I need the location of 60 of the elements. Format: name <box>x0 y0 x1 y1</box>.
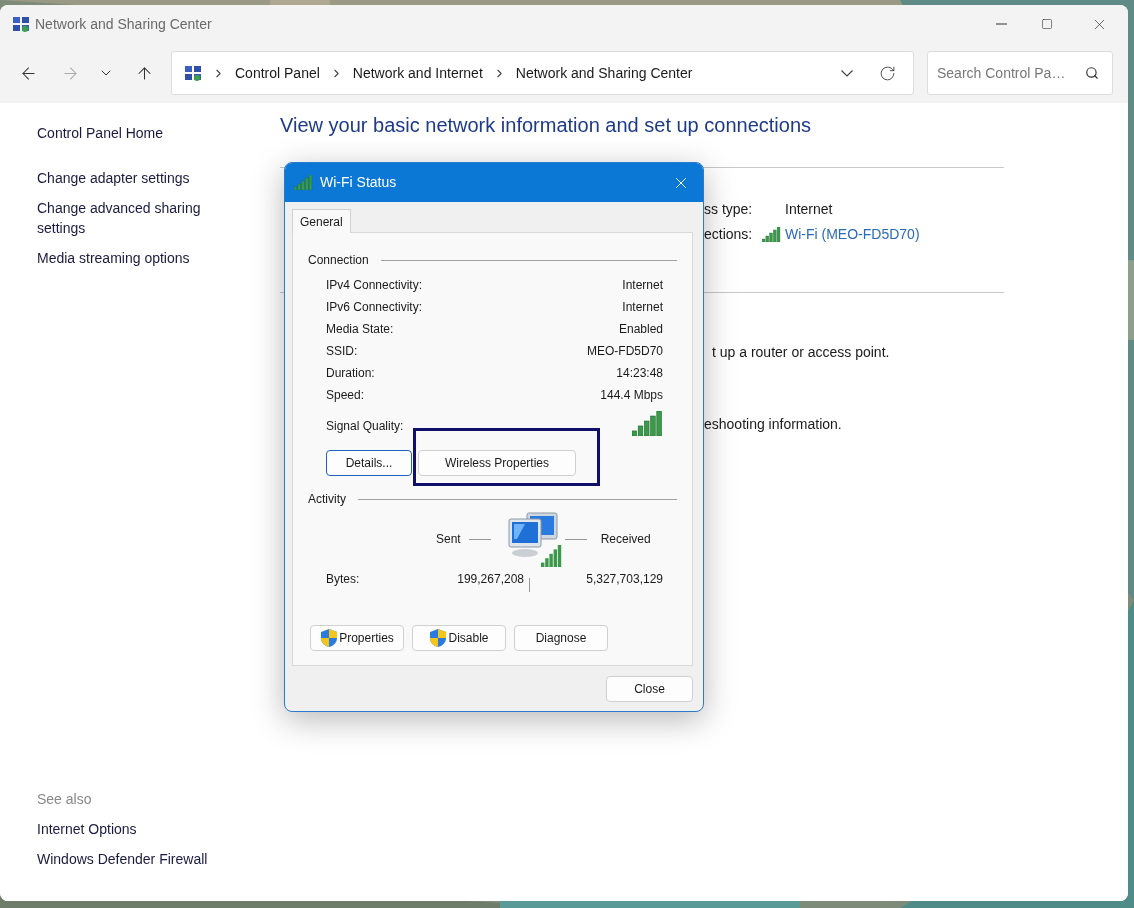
signal-quality-icon <box>632 411 663 436</box>
property-value: Internet <box>622 277 663 294</box>
dialog-close-button[interactable]: Close <box>606 676 693 702</box>
see-also-link[interactable]: Internet Options <box>37 819 280 839</box>
action-button[interactable]: Disable <box>412 625 506 651</box>
page-heading: View your basic network information and set up connections <box>280 113 813 138</box>
property-value: 14:23:48 <box>616 365 663 382</box>
see-also-link[interactable]: Windows Defender Firewall <box>37 849 280 869</box>
property-value: Internet <box>622 299 663 316</box>
address-bar[interactable]: Control Panel Network and Internet Network and Sharing Center <box>171 51 914 95</box>
property-label: IPv6 Connectivity: <box>326 299 423 316</box>
breadcrumb-item[interactable]: Network and Internet <box>352 62 483 84</box>
bytes-received: 5,327,703,129 <box>585 571 663 588</box>
troubleshoot-text: eshooting information. <box>704 415 842 434</box>
wireless-properties-button[interactable]: Wireless Properties <box>418 450 576 476</box>
property-label: Media State: <box>326 321 394 338</box>
sidebar-link[interactable]: Change adapter settings <box>37 168 227 188</box>
search-icon <box>1085 66 1099 80</box>
signal-icon <box>762 226 781 242</box>
property-label: IPv4 Connectivity: <box>326 277 423 294</box>
refresh-icon <box>878 64 896 82</box>
see-also-title: See also <box>37 790 93 809</box>
control-panel-icon <box>184 64 202 82</box>
window-title: Network and Sharing Center <box>35 14 212 34</box>
signal-icon <box>294 175 313 190</box>
sidebar-link[interactable]: Change advanced sharing settings <box>37 198 227 238</box>
bytes-sent: 199,267,208 <box>456 571 524 588</box>
bytes-label: Bytes: <box>326 571 361 588</box>
property-value: MEO-FD5D70 <box>587 343 663 360</box>
group-title: Activity <box>308 491 346 508</box>
control-panel-icon <box>12 15 30 33</box>
sidebar-link[interactable]: Control Panel Home <box>37 123 227 143</box>
tab[interactable]: General <box>292 209 351 233</box>
action-button[interactable]: Diagnose <box>514 625 608 651</box>
property-label: Duration: <box>326 365 375 382</box>
property-value: 144.4 Mbps <box>600 387 663 404</box>
sidebar-link[interactable]: Media streaming options <box>37 248 227 268</box>
connection-link[interactable]: Wi-Fi (MEO-FD5D70) <box>785 223 920 245</box>
details-button[interactable]: Details... <box>326 450 412 476</box>
action-button[interactable]: Properties <box>310 625 404 651</box>
property-label: Speed: <box>326 387 365 404</box>
shield-icon <box>429 628 448 648</box>
connections-label: ections: <box>704 224 754 244</box>
shield-icon <box>320 628 339 648</box>
search-field[interactable]: Search Control Pa… <box>927 51 1113 95</box>
access-type-value: Internet <box>785 199 833 219</box>
router-text: t up a router or access point. <box>712 343 890 362</box>
maximize-icon <box>1041 18 1053 30</box>
breadcrumb-item[interactable]: Control Panel <box>235 62 320 84</box>
received-label: Received <box>600 531 651 548</box>
access-type-label: ss type: <box>704 199 754 219</box>
group-title: Connection <box>308 252 369 269</box>
dialog-title: Wi-Fi Status <box>320 173 397 192</box>
minimize-icon <box>995 23 1007 25</box>
chevron-down-icon <box>841 69 853 77</box>
property-label: Signal Quality: <box>326 418 404 435</box>
property-value: Enabled <box>618 321 663 338</box>
sent-label: Sent <box>436 531 461 548</box>
breadcrumb-item[interactable]: Network and Sharing Center <box>515 62 693 84</box>
property-label: SSID: <box>326 343 358 360</box>
